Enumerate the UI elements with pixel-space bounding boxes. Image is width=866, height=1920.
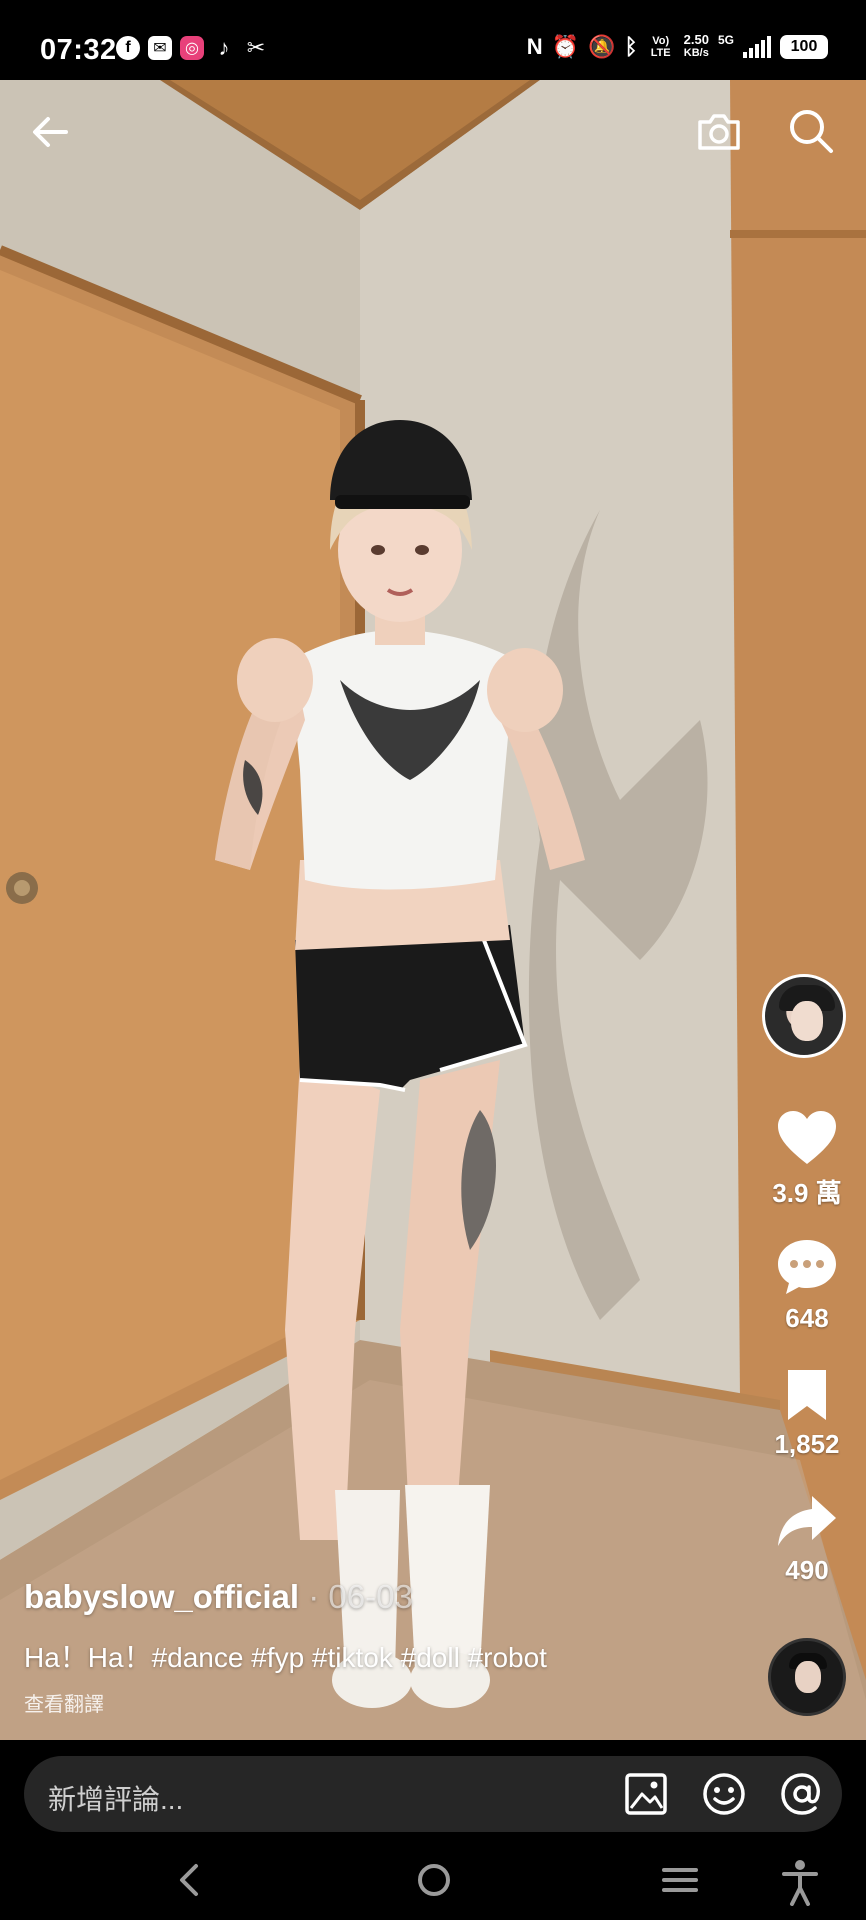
search-button[interactable]: [786, 106, 836, 156]
comment-bar: 新增評論...: [0, 1740, 866, 1840]
caption-header: babyslow_official · 06-03: [24, 1578, 413, 1616]
network-speed: 2.50 KB/s: [683, 32, 709, 59]
image-button[interactable]: [622, 1770, 670, 1818]
image-icon: [625, 1773, 667, 1815]
network-generation: 5G: [717, 33, 734, 47]
video-frame: [0, 80, 866, 1740]
comment-button[interactable]: 648: [762, 1238, 852, 1334]
bluetooth-icon: ᛒ: [624, 33, 638, 59]
arrow-left-icon: [33, 117, 68, 147]
smiley-icon: [703, 1773, 745, 1815]
camera-button[interactable]: [694, 108, 744, 154]
comment-placeholder: 新增評論...: [48, 1784, 184, 1815]
notification-icons: f ✉ ◎ ♪ ✂: [116, 35, 268, 60]
menu-lines-icon: [662, 1868, 698, 1892]
nav-back-button[interactable]: [170, 1858, 210, 1902]
mention-button[interactable]: [778, 1770, 826, 1818]
username-link[interactable]: babyslow_official: [24, 1578, 299, 1615]
comment-count: 648: [785, 1303, 829, 1333]
back-button[interactable]: [28, 110, 72, 154]
accessibility-button[interactable]: [778, 1858, 822, 1906]
see-translation-link[interactable]: 查看翻譯: [24, 1688, 104, 1717]
heart-icon: [778, 1111, 836, 1164]
share-button[interactable]: 490: [762, 1494, 852, 1586]
home-circle-icon: [418, 1864, 450, 1896]
accessibility-icon: [782, 1860, 818, 1906]
bookmark-icon: [788, 1370, 826, 1420]
screen: 07:32 f ✉ ◎ ♪ ✂ N ⏰ 🔕 ᛒ Vo) LTE 2.50 KB/…: [0, 0, 866, 1920]
post-date: · 06-03: [299, 1578, 413, 1615]
caption-text[interactable]: Ha！Ha！#dance #fyp #tiktok #doll #robot: [24, 1636, 547, 1676]
signal-icon: [743, 35, 771, 58]
battery-icon: 100: [780, 34, 828, 59]
comment-input[interactable]: 新增評論...: [24, 1756, 842, 1832]
like-count: 3.9 萬: [772, 1178, 842, 1208]
nav-home-button[interactable]: [412, 1858, 456, 1902]
nfc-icon: N: [526, 33, 543, 59]
network-speed-value: 2.50: [683, 32, 709, 47]
music-disc[interactable]: [768, 1638, 846, 1716]
status-time: 07:32: [40, 34, 117, 66]
share-icon: [778, 1496, 836, 1546]
nav-recents-button[interactable]: [658, 1858, 702, 1902]
facebook-icon: f: [116, 36, 140, 60]
mute-icon: 🔕: [588, 33, 616, 59]
search-icon: [790, 110, 833, 153]
chevron-left-icon: [180, 1864, 198, 1896]
like-button[interactable]: 3.9 萬: [762, 1110, 852, 1210]
share-count: 490: [785, 1555, 829, 1585]
system-status: N ⏰ 🔕 ᛒ Vo) LTE 2.50 KB/s 5G 100: [526, 32, 828, 59]
creator-avatar[interactable]: [762, 974, 846, 1058]
status-bar: 07:32 f ✉ ◎ ♪ ✂ N ⏰ 🔕 ᛒ Vo) LTE 2.50 KB/…: [0, 0, 866, 80]
bookmark-button[interactable]: 1,852: [762, 1368, 852, 1460]
bookmark-count: 1,852: [774, 1429, 840, 1459]
comment-icon: [778, 1240, 836, 1294]
emoji-button[interactable]: [700, 1770, 748, 1818]
volte-label: Vo) LTE: [650, 34, 671, 59]
system-nav-bar: [0, 1840, 866, 1920]
video-player[interactable]: [0, 80, 866, 1740]
camera-icon: [698, 114, 740, 150]
at-icon: [781, 1773, 820, 1815]
tiktok-icon: ♪: [218, 35, 230, 60]
alarm-icon: ⏰: [551, 33, 580, 59]
network-speed-unit: KB/s: [683, 47, 709, 59]
messenger-icon: ✉: [148, 36, 172, 60]
instagram-icon: ◎: [180, 36, 204, 60]
tool-icon: ✂: [246, 35, 266, 60]
